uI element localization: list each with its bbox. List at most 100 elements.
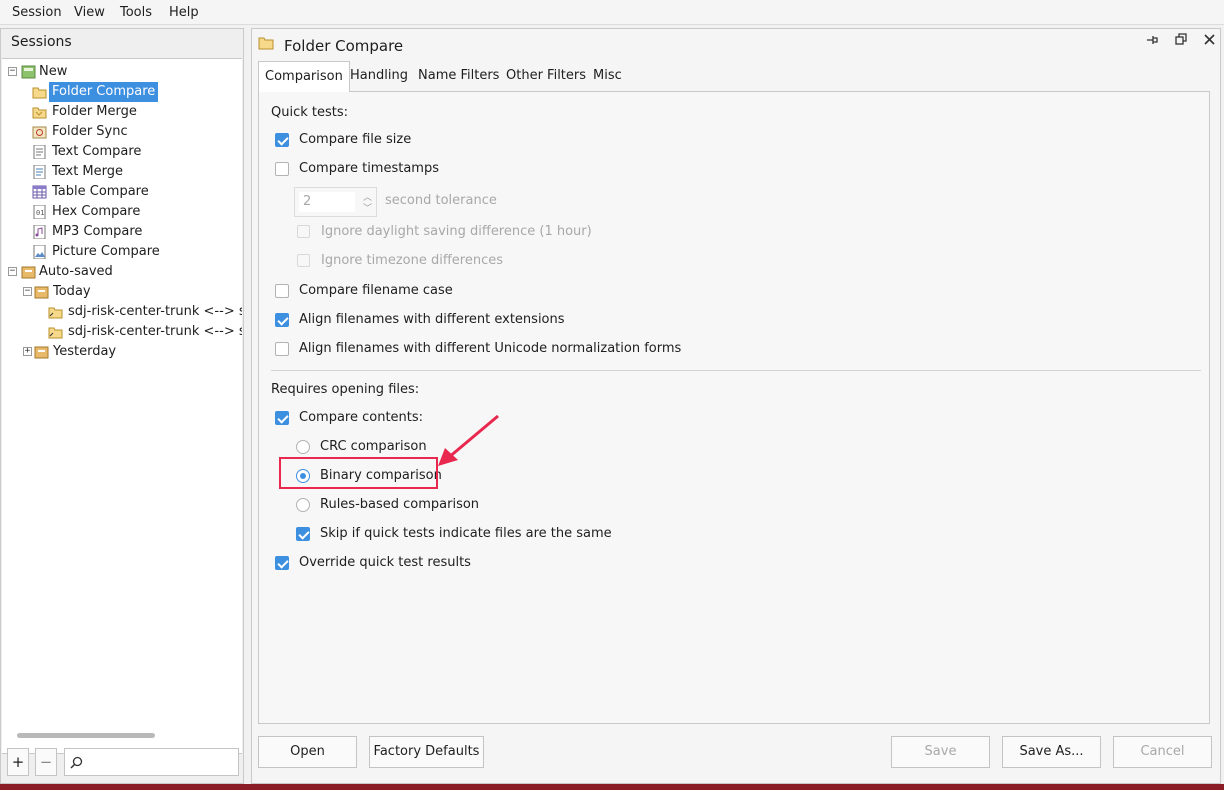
folder-icon [34, 286, 49, 299]
folder-compare-icon [48, 307, 63, 319]
tree-item-mp3-compare[interactable]: MP3 Compare [32, 222, 232, 242]
folder-sync-icon [32, 126, 47, 139]
save-button[interactable]: Save [891, 736, 990, 768]
tree-item-text-merge[interactable]: Text Merge [32, 162, 232, 182]
remove-session-button[interactable]: − [35, 748, 57, 776]
open-button[interactable]: Open [258, 736, 357, 768]
checkbox-label: Compare contents: [299, 410, 424, 425]
tab-name-filters[interactable]: Name Filters [412, 61, 505, 92]
folder-compare-icon [32, 87, 47, 99]
folder-compare-icon [48, 327, 63, 339]
tree-item-session-1[interactable]: sdj-risk-center-trunk <--> sdj-ri [48, 302, 242, 322]
checkbox-box [275, 313, 289, 327]
radio-label: CRC comparison [320, 439, 427, 454]
checkbox-box [297, 254, 310, 267]
text-merge-icon [33, 165, 46, 179]
tab-misc[interactable]: Misc [587, 61, 628, 92]
folder-merge-icon [32, 107, 47, 119]
checkbox-label: Align filenames with different extension… [299, 312, 565, 327]
close-icon[interactable] [1200, 33, 1218, 51]
checkbox-label: Ignore daylight saving difference (1 hou… [321, 224, 592, 239]
menu-tools[interactable]: Tools [120, 5, 152, 20]
checkbox-label: Override quick test results [299, 555, 471, 570]
picture-compare-icon [33, 245, 46, 259]
hex-compare-icon: 01 [33, 205, 46, 219]
tree-label: Yesterday [53, 344, 117, 359]
collapse-icon[interactable]: − [23, 287, 32, 296]
comparison-settings: Quick tests: Compare file size Compare t… [258, 91, 1210, 724]
tree-item-picture-compare[interactable]: Picture Compare [32, 242, 232, 262]
factory-defaults-button[interactable]: Factory Defaults [369, 736, 484, 768]
tree-item-table-compare[interactable]: Table Compare [32, 182, 232, 202]
tree-label: Hex Compare [52, 204, 141, 219]
tab-other-filters[interactable]: Other Filters [500, 61, 592, 92]
tree-label: Auto-saved [39, 264, 113, 279]
checkbox-label: Ignore timezone differences [321, 253, 504, 268]
text-compare-icon [33, 145, 46, 159]
new-session-icon [21, 65, 36, 79]
checkbox-label: Align filenames with different Unicode n… [299, 341, 682, 356]
tree-item-session-2[interactable]: sdj-risk-center-trunk <--> sdj-ri [48, 322, 242, 342]
table-compare-icon [32, 185, 47, 199]
collapse-icon[interactable]: − [8, 267, 17, 276]
tolerance-value[interactable]: 2 [299, 192, 355, 212]
horizontal-scrollbar[interactable] [17, 733, 155, 738]
collapse-icon[interactable]: − [8, 67, 17, 76]
tree-label: sdj-risk-center-trunk <--> sdj-ri [68, 304, 242, 319]
checkbox-label: Compare timestamps [299, 161, 439, 176]
menu-help[interactable]: Help [169, 5, 199, 20]
annotation-arrow-icon [438, 414, 499, 466]
menu-bar: Session View Tools Help [0, 0, 1224, 25]
menu-view[interactable]: View [74, 5, 105, 20]
tolerance-spinbox[interactable]: 2 ︿ ﹀ [294, 187, 377, 217]
tree-label: Today [53, 284, 91, 299]
checkbox-box [297, 225, 310, 238]
checkbox-box [275, 133, 289, 147]
window-bottom-edge [0, 784, 1224, 790]
save-as-button[interactable]: Save As... [1002, 736, 1101, 768]
tree-item-folder-merge[interactable]: Folder Merge [32, 102, 232, 122]
tree-item-auto-saved[interactable]: − Auto-saved [8, 262, 238, 282]
restore-icon[interactable] [1172, 33, 1190, 51]
tree-label: Table Compare [52, 184, 149, 199]
folder-compare-dialog: Folder Compare Comparison Handling Name … [251, 28, 1221, 784]
sessions-panel: Sessions − New Folder Compare Folder Mer… [0, 28, 244, 784]
spin-down-icon[interactable]: ﹀ [363, 201, 372, 214]
tree-label: Text Merge [52, 164, 124, 179]
tree-label: Folder Compare [49, 82, 159, 102]
checkbox-box [296, 527, 310, 541]
tree-item-folder-sync[interactable]: Folder Sync [32, 122, 232, 142]
mp3-compare-icon [33, 225, 46, 239]
sessions-tree: − New Folder Compare Folder Merge Folder… [2, 58, 242, 754]
menu-session[interactable]: Session [12, 5, 62, 20]
cancel-button[interactable]: Cancel [1113, 736, 1212, 768]
tree-label: Text Compare [52, 144, 142, 159]
radio-circle [296, 440, 310, 454]
checkbox-label: Compare file size [299, 132, 412, 147]
sessions-title: Sessions [11, 34, 72, 50]
tree-item-hex-compare[interactable]: 01 Hex Compare [32, 202, 232, 222]
section-divider [271, 370, 1201, 371]
tree-label: New [39, 64, 68, 79]
pin-icon[interactable] [1144, 33, 1162, 51]
highlight-box [279, 457, 438, 489]
tree-label: MP3 Compare [52, 224, 143, 239]
checkbox-box [275, 411, 289, 425]
tolerance-label: second tolerance [385, 193, 497, 208]
expand-icon[interactable]: + [23, 347, 32, 356]
quick-tests-label: Quick tests: [271, 105, 349, 120]
tab-handling[interactable]: Handling [344, 61, 414, 92]
radio-circle [296, 498, 310, 512]
tree-item-today[interactable]: − Today [23, 282, 233, 302]
tree-item-yesterday[interactable]: + Yesterday [23, 342, 233, 362]
tree-item-folder-compare[interactable]: Folder Compare [32, 82, 232, 102]
tab-comparison[interactable]: Comparison [258, 61, 350, 92]
radio-label: Rules-based comparison [320, 497, 480, 512]
checkbox-box [275, 556, 289, 570]
checkbox-label: Compare filename case [299, 283, 453, 298]
auto-saved-icon [21, 266, 36, 279]
tree-item-text-compare[interactable]: Text Compare [32, 142, 232, 162]
tree-item-new[interactable]: − New [8, 62, 238, 82]
add-session-button[interactable]: + [7, 748, 29, 776]
session-search-input[interactable] [64, 748, 239, 776]
